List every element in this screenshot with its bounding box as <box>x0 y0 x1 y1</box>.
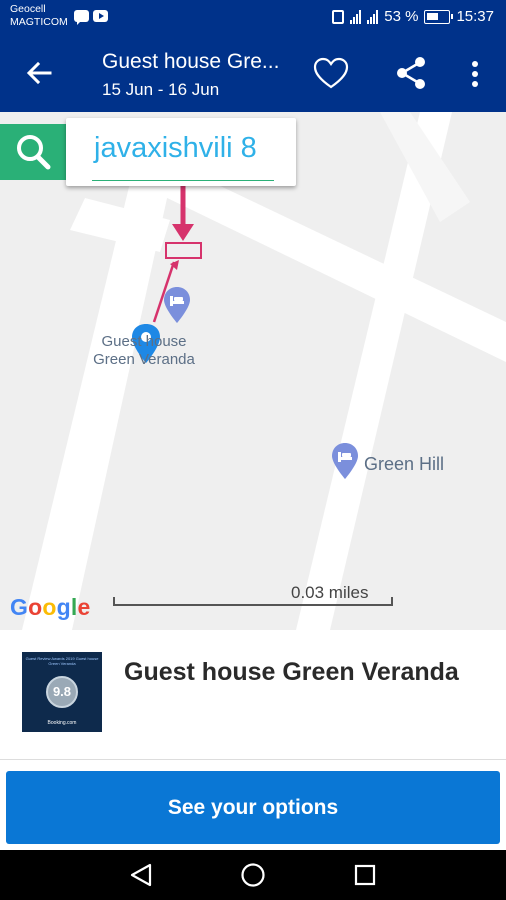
hotel-thumbnail[interactable]: Guest Review Awards 2019 Guest house Gre… <box>22 652 102 732</box>
page-title: Guest house Gre... <box>102 50 280 73</box>
map-roads <box>22 112 506 630</box>
system-nav-bar <box>0 850 506 900</box>
more-options-button[interactable] <box>462 58 488 90</box>
signal-icon-2 <box>367 9 379 24</box>
map-scale-bar <box>113 597 393 606</box>
stay-dates: 15 Jun - 16 Jun <box>102 80 220 99</box>
more-vert-icon <box>472 61 478 87</box>
hotel-poi-icon-green-hill[interactable] <box>330 442 360 480</box>
signal-icon <box>350 9 362 24</box>
search-annotation: javaxishvili 8 <box>0 116 296 188</box>
back-button[interactable] <box>22 56 56 90</box>
google-logo-letter: l <box>70 594 78 620</box>
notification-icons <box>74 10 108 25</box>
google-logo-letter: o <box>28 594 43 620</box>
hotel-card[interactable]: Guest Review Awards 2019 Guest house Gre… <box>0 630 506 760</box>
search-query-text: javaxishvili 8 <box>94 132 257 164</box>
share-button[interactable] <box>394 56 428 90</box>
search-underline <box>92 180 274 181</box>
green-hill-map-label: Green Hill <box>364 454 445 474</box>
map-view[interactable]: Guest house Green Veranda Green Hill Goo… <box>0 112 506 630</box>
battery-percent: 53 % <box>384 8 419 25</box>
carrier-names: Geocell MAGTICOM <box>10 3 68 29</box>
thumb-brand: Booking.com <box>47 720 77 726</box>
hotel-name: Guest house Green Veranda <box>124 658 459 686</box>
thumb-score: 9.8 <box>46 676 78 708</box>
share-icon <box>397 57 425 89</box>
message-notification-icon <box>74 10 89 25</box>
google-logo-letter: e <box>77 594 91 620</box>
vibrate-icon <box>332 9 345 24</box>
google-logo: Google <box>10 594 90 621</box>
google-logo-letter: G <box>10 594 29 620</box>
google-logo-letter: o <box>42 594 57 620</box>
cta-area: See your options <box>0 760 506 850</box>
battery-icon <box>424 9 454 24</box>
status-icons: 53 % 15:37 <box>332 8 494 25</box>
see-options-button[interactable]: See your options <box>6 771 500 844</box>
title-block: Guest house Gre... 15 Jun - 16 Jun <box>102 50 292 100</box>
favorite-button[interactable] <box>312 56 350 92</box>
guest-house-label-line1: Guest house <box>101 333 187 350</box>
carrier-secondary: MAGTICOM <box>10 16 68 28</box>
hotel-poi-icon[interactable] <box>162 286 192 324</box>
app-bar: Guest house Gre... 15 Jun - 16 Jun <box>0 34 506 112</box>
heart-icon <box>313 57 349 89</box>
arrow-back-icon <box>26 61 52 85</box>
status-bar: Geocell MAGTICOM 53 % 15:37 <box>0 0 506 34</box>
clock: 15:37 <box>456 8 494 25</box>
search-text-card: javaxishvili 8 <box>66 118 296 186</box>
nav-home-icon[interactable] <box>240 862 266 888</box>
thumb-award-text: Guest Review Awards 2019 Guest house Gre… <box>25 656 99 666</box>
youtube-notification-icon <box>93 10 108 22</box>
guest-house-label-line2: Green Veranda <box>93 351 195 368</box>
guest-house-map-label: Guest house Green Veranda <box>92 333 196 369</box>
google-logo-letter: g <box>56 594 71 620</box>
nav-back-icon[interactable] <box>128 862 154 888</box>
carrier-primary: Geocell <box>10 3 46 15</box>
nav-recents-icon[interactable] <box>353 863 377 887</box>
